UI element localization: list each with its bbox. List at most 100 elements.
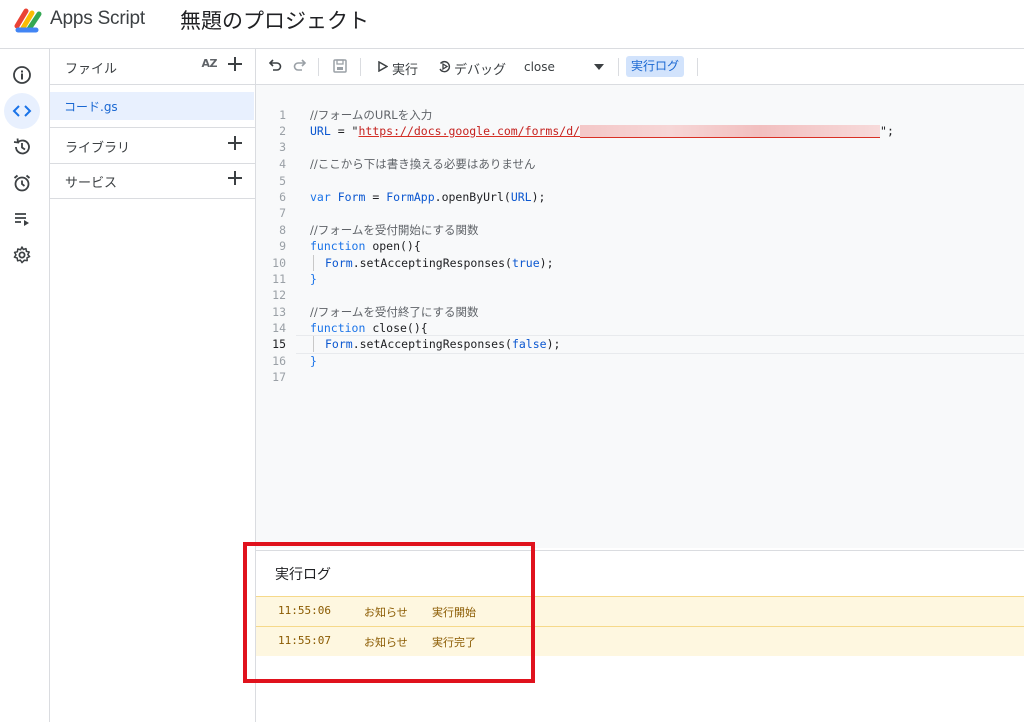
code-line: 1 //フォームのURLを入力 bbox=[256, 107, 1024, 123]
code-line: 2 URL = "https://docs.google.com/forms/d… bbox=[256, 123, 1024, 139]
line-number: 10 bbox=[272, 256, 286, 270]
code-line: 8 //フォームを受付開始にする関数 bbox=[256, 222, 1024, 238]
libraries-section[interactable]: ライブラリ bbox=[50, 127, 255, 164]
info-icon[interactable] bbox=[4, 57, 40, 93]
apps-script-logo-icon[interactable] bbox=[14, 6, 44, 34]
debug-icon bbox=[439, 60, 451, 73]
code-token: Form bbox=[325, 256, 353, 270]
files-label: ファイル bbox=[65, 62, 118, 77]
function-select[interactable]: close bbox=[518, 49, 608, 84]
file-name: コード.gs bbox=[64, 100, 118, 114]
code-line: 9 function open(){ bbox=[256, 238, 1024, 254]
code-token: var bbox=[310, 190, 331, 204]
line-number: 1 bbox=[279, 108, 286, 122]
code-token: function bbox=[310, 321, 366, 335]
line-number: 14 bbox=[272, 321, 286, 335]
sort-az-icon[interactable]: AZ bbox=[202, 57, 218, 70]
add-service-plus-icon[interactable] bbox=[225, 168, 245, 188]
code-editor[interactable]: 1 //フォームのURLを入力 2 URL = "https://docs.go… bbox=[256, 85, 1024, 548]
code-text: var Form = FormApp.openByUrl(URL); bbox=[310, 189, 545, 205]
code-token: ); bbox=[531, 190, 546, 204]
toolbar-divider bbox=[360, 58, 361, 76]
project-title[interactable]: 無題のプロジェクト bbox=[180, 5, 369, 35]
indent-guide bbox=[313, 336, 314, 352]
debug-label: デバッグ bbox=[454, 63, 507, 78]
code-token: URL bbox=[310, 124, 331, 138]
executions-icon[interactable] bbox=[4, 201, 40, 237]
gear-icon[interactable] bbox=[4, 237, 40, 273]
code-token: .openByUrl( bbox=[434, 190, 511, 204]
history-icon[interactable] bbox=[4, 129, 40, 165]
code-icon[interactable] bbox=[4, 93, 40, 129]
line-number: 4 bbox=[279, 157, 286, 171]
code-token: open(){ bbox=[365, 239, 421, 253]
code-text: //フォームを受付終了にする関数 bbox=[310, 305, 479, 319]
file-item-code-gs[interactable]: コード.gs bbox=[50, 92, 254, 120]
play-icon bbox=[378, 61, 388, 72]
run-label: 実行 bbox=[392, 63, 419, 78]
line-number: 15 bbox=[272, 337, 286, 351]
undo-icon[interactable] bbox=[267, 58, 283, 74]
line-number: 5 bbox=[279, 174, 286, 188]
line-number: 16 bbox=[272, 354, 286, 368]
app-name[interactable]: Apps Script bbox=[50, 8, 145, 30]
code-token: FormApp bbox=[386, 190, 435, 204]
code-token: URL bbox=[510, 190, 532, 204]
code-line: 3 bbox=[256, 139, 1024, 155]
code-line: 5 bbox=[256, 173, 1024, 189]
run-button[interactable]: 実行 bbox=[374, 49, 424, 84]
code-line: 10 Form.setAcceptingResponses(true); bbox=[256, 255, 1024, 271]
code-line: 6 var Form = FormApp.openByUrl(URL); bbox=[256, 189, 1024, 205]
execution-log-button[interactable]: 実行ログ bbox=[626, 56, 685, 77]
code-token: false bbox=[511, 337, 547, 351]
code-token: Form bbox=[325, 337, 353, 351]
code-token: close(){ bbox=[365, 321, 428, 335]
services-label: サービス bbox=[65, 176, 118, 191]
line-number: 9 bbox=[279, 239, 286, 253]
code-text: //フォームを受付開始にする関数 bbox=[310, 223, 479, 237]
code-text: } bbox=[310, 272, 317, 286]
save-icon[interactable] bbox=[332, 58, 348, 74]
code-token: true bbox=[511, 256, 540, 270]
editor-toolbar: 実行 デバッグ close 実行ログ bbox=[256, 49, 1024, 85]
chevron-down-icon bbox=[594, 64, 604, 70]
alarm-icon[interactable] bbox=[4, 165, 40, 201]
toolbar-divider bbox=[697, 58, 698, 76]
code-token: .setAcceptingResponses( bbox=[352, 256, 512, 270]
add-file-plus-icon[interactable] bbox=[225, 54, 245, 74]
debug-button[interactable]: デバッグ bbox=[436, 49, 512, 84]
code-line: 14 function close(){ bbox=[256, 320, 1024, 336]
code-token: function bbox=[310, 239, 366, 253]
code-line: 16 } bbox=[256, 353, 1024, 369]
toolbar-divider bbox=[618, 58, 619, 76]
line-number: 13 bbox=[272, 305, 286, 319]
libraries-label: ライブラリ bbox=[65, 141, 131, 156]
left-navigation-rail bbox=[0, 49, 50, 722]
code-text: Form.setAcceptingResponses(true); bbox=[325, 255, 554, 271]
code-token: Form bbox=[330, 190, 373, 204]
code-line: 11 } bbox=[256, 271, 1024, 287]
app-header: Apps Script 無題のプロジェクト bbox=[0, 0, 1024, 49]
line-number: 17 bbox=[272, 370, 286, 384]
files-panel: ファイル AZ コード.gs ライブラリ サービス bbox=[50, 49, 256, 722]
code-text: Form.setAcceptingResponses(false); bbox=[325, 336, 560, 352]
code-text: } bbox=[310, 354, 317, 368]
highlight-box bbox=[243, 542, 535, 683]
code-text: //フォームのURLを入力 bbox=[310, 108, 433, 122]
code-line: 4 //ここから下は書き換える必要はありません bbox=[256, 156, 1024, 172]
code-token: ); bbox=[539, 256, 554, 270]
services-section[interactable]: サービス bbox=[50, 163, 255, 199]
code-token: "; bbox=[880, 124, 894, 138]
files-header: ファイル AZ bbox=[50, 49, 255, 85]
url-string: https://docs.google.com/forms/d/ bbox=[358, 124, 581, 138]
add-library-plus-icon[interactable] bbox=[225, 133, 245, 153]
redo-icon[interactable] bbox=[292, 58, 308, 74]
code-token: .setAcceptingResponses( bbox=[352, 337, 512, 351]
code-text: URL = "https://docs.google.com/forms/d/ "… bbox=[310, 123, 894, 139]
line-number: 11 bbox=[272, 272, 286, 286]
code-token: = bbox=[372, 190, 387, 204]
redacted-url bbox=[580, 125, 881, 138]
code-line: 12 bbox=[256, 287, 1024, 303]
line-number: 7 bbox=[279, 206, 286, 220]
code-text: //ここから下は書き換える必要はありません bbox=[310, 157, 536, 171]
